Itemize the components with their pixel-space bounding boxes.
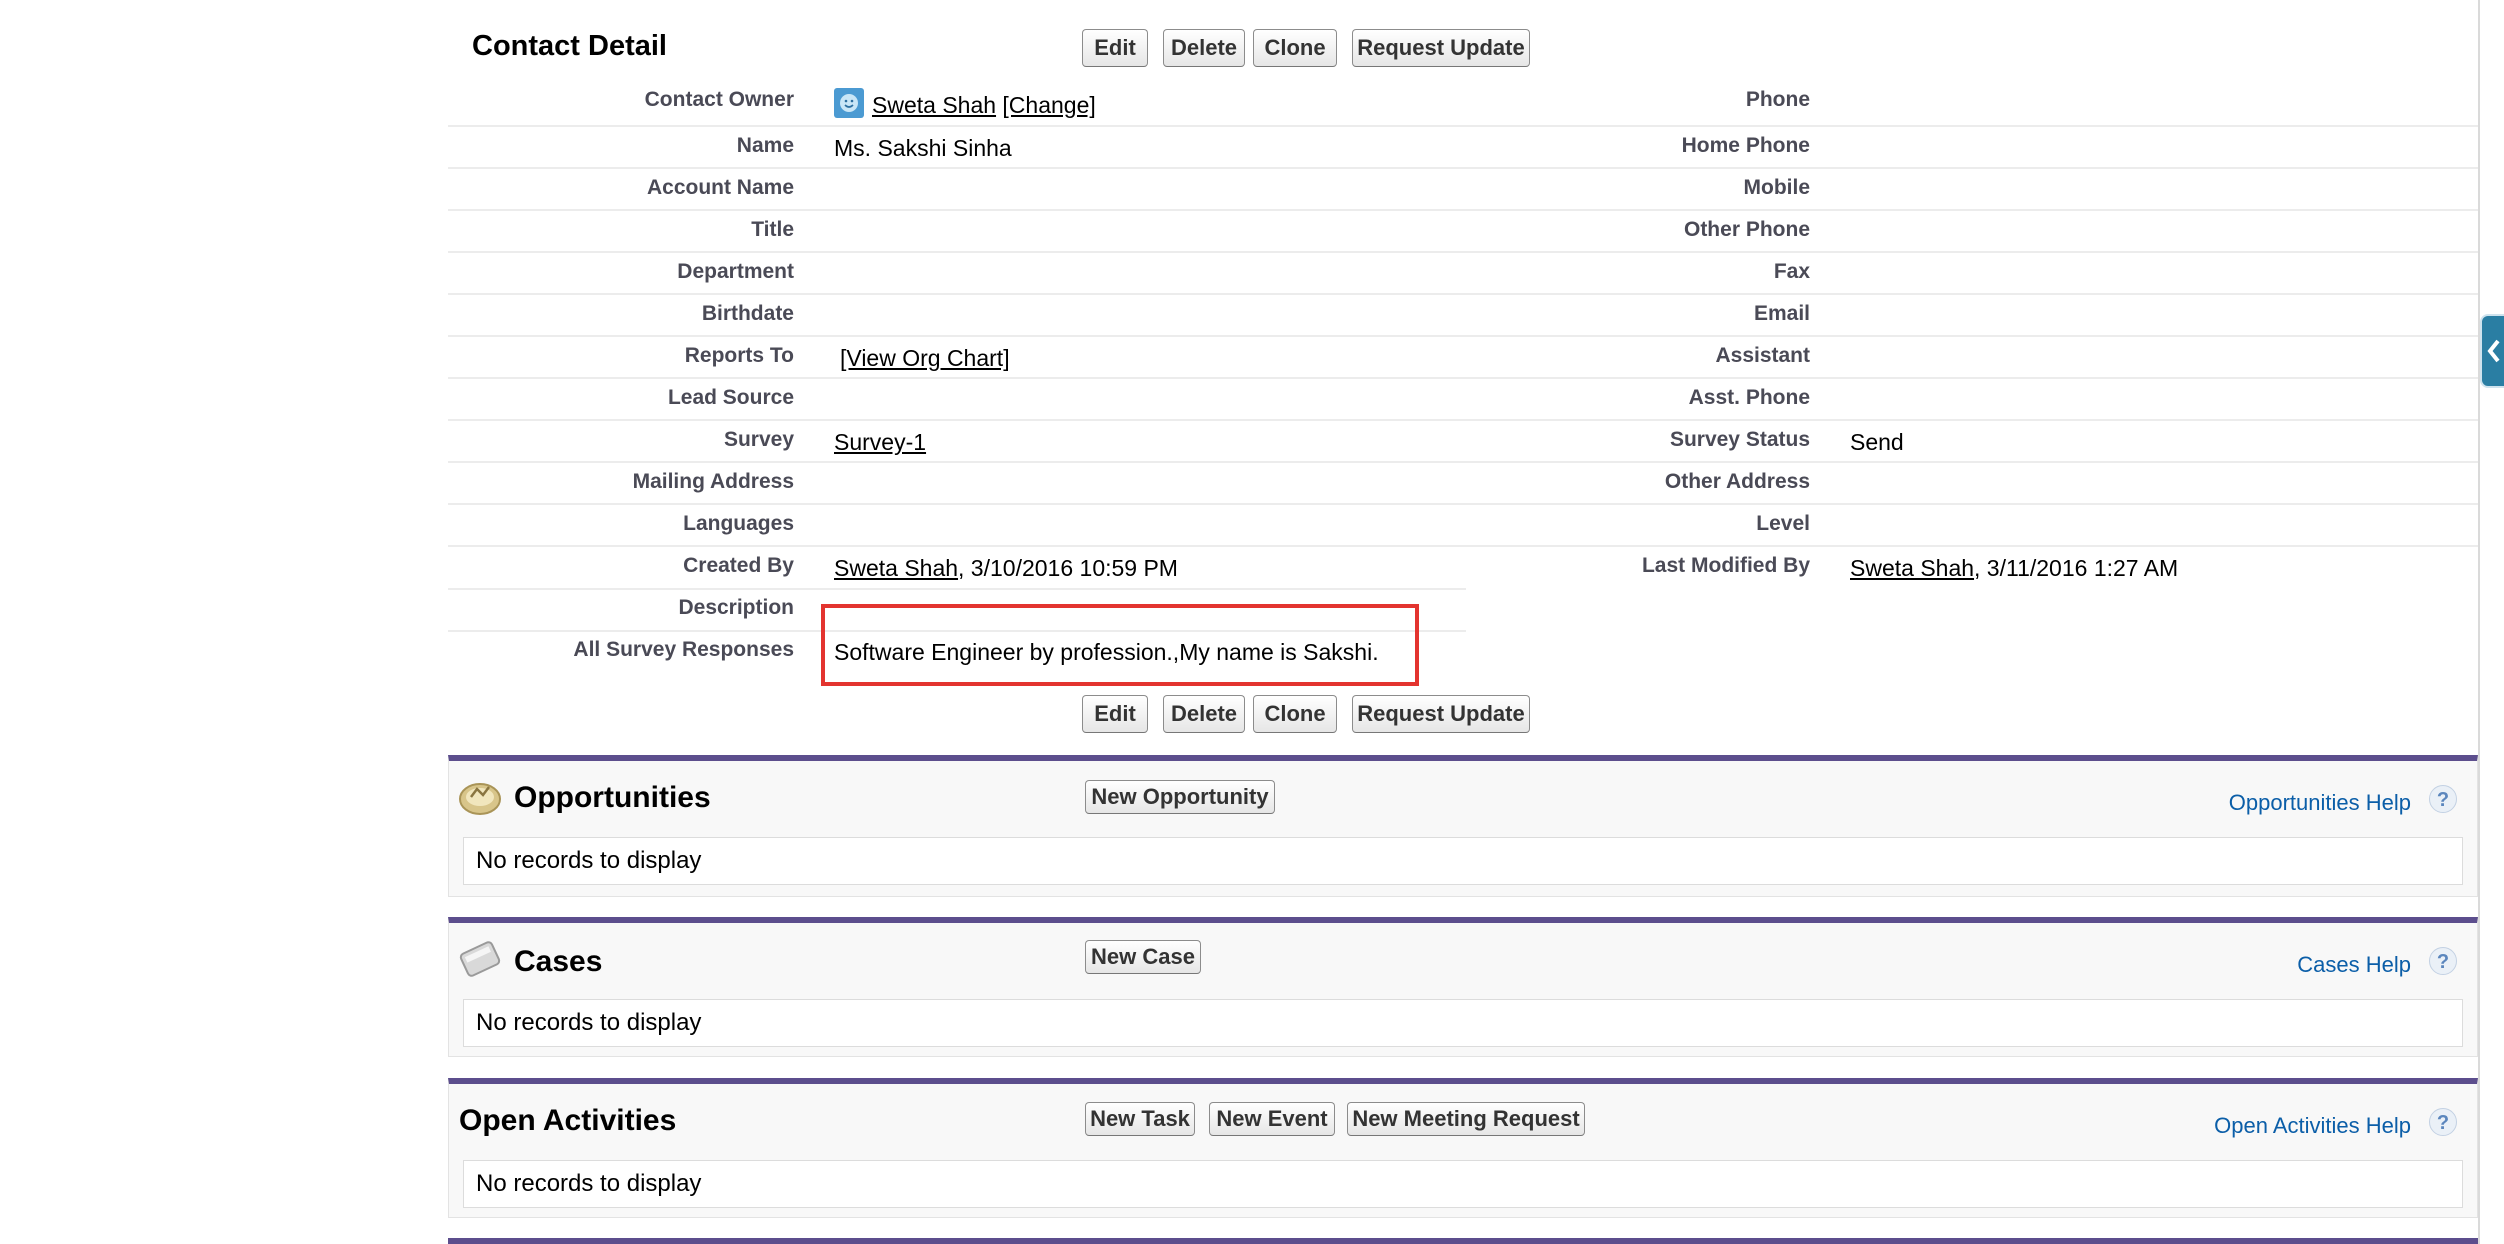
lead-source-label: Lead Source [667,386,794,409]
mobile-label: Mobile [1743,176,1811,199]
no-records-text: No records to display [463,999,2463,1047]
name-value: Ms. Sakshi Sinha [834,135,1012,161]
created-by-link[interactable]: Sweta Shah [834,555,958,581]
owner-avatar [834,88,864,118]
case-icon [457,933,505,984]
new-case-button[interactable]: New Case [1085,940,1201,974]
no-records-text: No records to display [463,1160,2463,1208]
view-org-chart-link[interactable]: [View Org Chart] [840,345,1010,371]
help-icon[interactable]: ? [2429,1108,2457,1136]
last-modified-by-link[interactable]: Sweta Shah [1850,555,1974,581]
home-phone-label: Home Phone [1681,134,1810,157]
account-name-label: Account Name [646,176,794,199]
right-edge-line [2478,0,2480,1244]
delete-button[interactable]: Delete [1163,29,1245,67]
created-date: , 3/10/2016 10:59 PM [958,555,1178,581]
side-panel-tab[interactable] [2480,314,2504,388]
opportunities-help-link[interactable]: Opportunities Help [2229,790,2411,816]
other-address-label: Other Address [1664,470,1810,493]
contact-owner-label: Contact Owner [644,88,794,111]
survey-link[interactable]: Survey-1 [834,429,926,455]
cases-section: Cases New Case Cases Help ? No records t… [448,917,2478,1057]
clone-button-bottom[interactable]: Clone [1253,695,1337,733]
description-label: Description [678,596,794,619]
page-title: Contact Detail [472,30,667,62]
new-event-button[interactable]: New Event [1209,1102,1335,1136]
mailing-address-label: Mailing Address [632,470,794,493]
name-label: Name [736,134,794,157]
level-label: Level [1756,512,1810,535]
edit-button[interactable]: Edit [1082,29,1148,67]
title-label: Title [751,218,794,241]
department-label: Department [677,260,794,283]
cases-title: Cases [514,945,603,978]
phone-label: Phone [1745,88,1810,111]
request-update-button-bottom[interactable]: Request Update [1352,695,1530,733]
reports-to-label: Reports To [684,344,794,367]
request-update-button[interactable]: Request Update [1352,29,1530,67]
open-activities-help-link[interactable]: Open Activities Help [2214,1113,2411,1139]
next-section-border [448,1238,2478,1244]
opportunities-section: Opportunities New Opportunity Opportunit… [448,755,2478,897]
user-icon [840,94,858,112]
open-activities-section: Open Activities New Task New Event New M… [448,1078,2478,1218]
fax-label: Fax [1773,260,1810,283]
delete-button-bottom[interactable]: Delete [1163,695,1245,733]
other-phone-label: Other Phone [1683,218,1810,241]
cases-help-link[interactable]: Cases Help [2297,952,2411,978]
new-opportunity-button[interactable]: New Opportunity [1085,780,1275,814]
help-icon[interactable]: ? [2429,947,2457,975]
languages-label: Languages [683,512,794,535]
last-modified-date: , 3/11/2016 1:27 AM [1974,555,2179,581]
contact-owner-link[interactable]: Sweta Shah [872,92,996,118]
survey-status-label: Survey Status [1669,428,1810,451]
highlight-box [821,604,1419,686]
help-icon[interactable]: ? [2429,785,2457,813]
all-survey-responses-label: All Survey Responses [573,638,794,661]
created-by-label: Created By [683,554,794,577]
birthdate-label: Birthdate [701,302,794,325]
last-modified-by-label: Last Modified By [1641,554,1810,577]
no-records-text: No records to display [463,837,2463,885]
collapse-arrow-icon [2487,339,2500,363]
new-meeting-request-button[interactable]: New Meeting Request [1347,1102,1585,1136]
assistant-label: Assistant [1715,344,1810,367]
clone-button[interactable]: Clone [1253,29,1337,67]
open-activities-title: Open Activities [459,1104,677,1137]
opportunity-icon [457,775,503,822]
edit-button-bottom[interactable]: Edit [1082,695,1148,733]
survey-status-value: Send [1850,429,1904,455]
new-task-button[interactable]: New Task [1085,1102,1195,1136]
change-owner-link[interactable]: [Change] [1002,92,1095,118]
asst-phone-label: Asst. Phone [1688,386,1810,409]
survey-label: Survey [723,428,794,451]
opportunities-title: Opportunities [514,781,711,814]
email-label: Email [1753,302,1810,325]
